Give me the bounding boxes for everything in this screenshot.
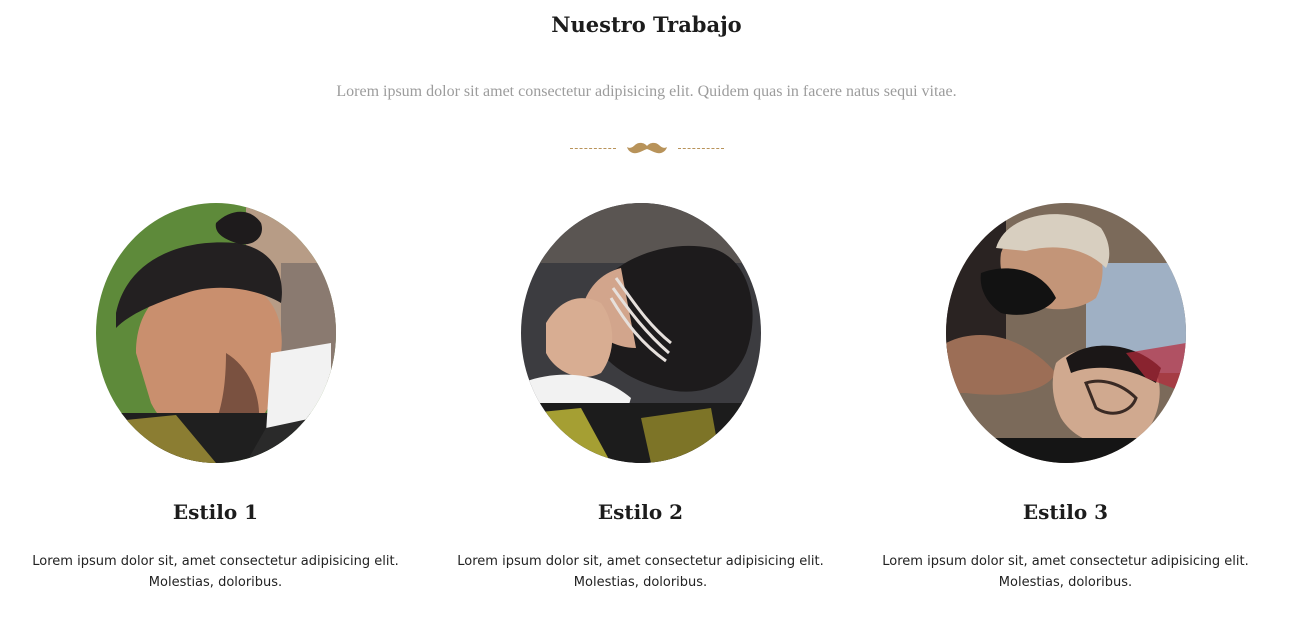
- work-card-3: Estilo 3 Lorem ipsum dolor sit, amet con…: [853, 203, 1278, 603]
- card-title: Estilo 3: [1022, 500, 1109, 524]
- haircut-photo-1[interactable]: [96, 203, 336, 463]
- card-title: Estilo 2: [597, 500, 684, 524]
- work-card-1: Estilo 1 Lorem ipsum dolor sit, amet con…: [3, 203, 428, 603]
- section-title: Nuestro Trabajo: [551, 12, 742, 37]
- work-card-2: Estilo 2 Lorem ipsum dolor sit, amet con…: [428, 203, 853, 603]
- divider-line-right: [677, 147, 724, 149]
- mustache-divider: [0, 138, 1293, 158]
- card-text: Lorem ipsum dolor sit, amet consectetur …: [457, 554, 824, 590]
- card-text: Lorem ipsum dolor sit, amet consectetur …: [32, 554, 399, 590]
- section-subtitle: Lorem ipsum dolor sit amet consectetur a…: [336, 83, 957, 100]
- divider-line-left: [569, 147, 616, 149]
- mustache-icon: [626, 142, 667, 154]
- haircut-photo-3[interactable]: [946, 203, 1186, 463]
- card-text: Lorem ipsum dolor sit, amet consectetur …: [882, 554, 1249, 590]
- card-title: Estilo 1: [172, 500, 259, 524]
- haircut-photo-2[interactable]: [521, 203, 761, 463]
